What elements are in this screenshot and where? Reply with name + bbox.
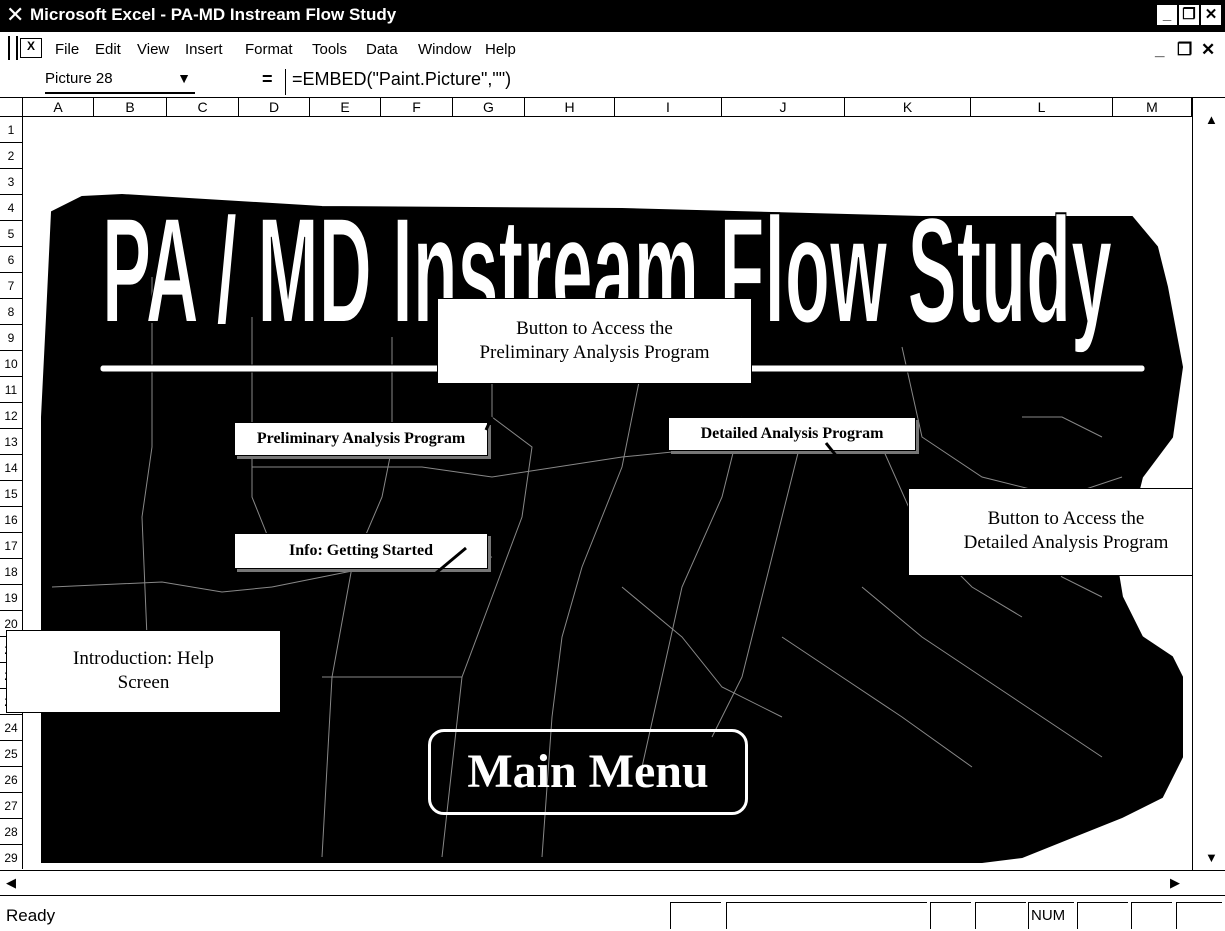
status-ready: Ready xyxy=(6,906,56,925)
scroll-down-icon[interactable]: ▼ xyxy=(1205,850,1218,865)
callout-pointers xyxy=(429,416,840,580)
status-panel xyxy=(930,902,971,929)
scroll-up-icon[interactable]: ▲ xyxy=(1205,112,1218,127)
status-panel xyxy=(1131,902,1172,929)
pointer-line xyxy=(484,416,494,431)
status-panel xyxy=(1077,902,1128,929)
status-panel xyxy=(1176,902,1222,929)
status-panel xyxy=(670,902,721,929)
vertical-scrollbar[interactable]: ▲ ▼ xyxy=(1192,98,1225,870)
status-panel xyxy=(726,902,927,929)
pointer-line xyxy=(429,546,467,580)
status-panel xyxy=(975,902,1026,929)
scroll-left-icon[interactable]: ◀ xyxy=(6,875,16,891)
horizontal-scrollbar[interactable]: ◀ ▶ xyxy=(0,870,1225,895)
status-num: NUM xyxy=(1031,907,1066,924)
status-num-panel: NUM xyxy=(1028,902,1074,929)
pointer-line xyxy=(824,442,840,459)
status-bar: Ready NUM xyxy=(0,895,1225,931)
scroll-right-icon[interactable]: ▶ xyxy=(1170,875,1180,891)
